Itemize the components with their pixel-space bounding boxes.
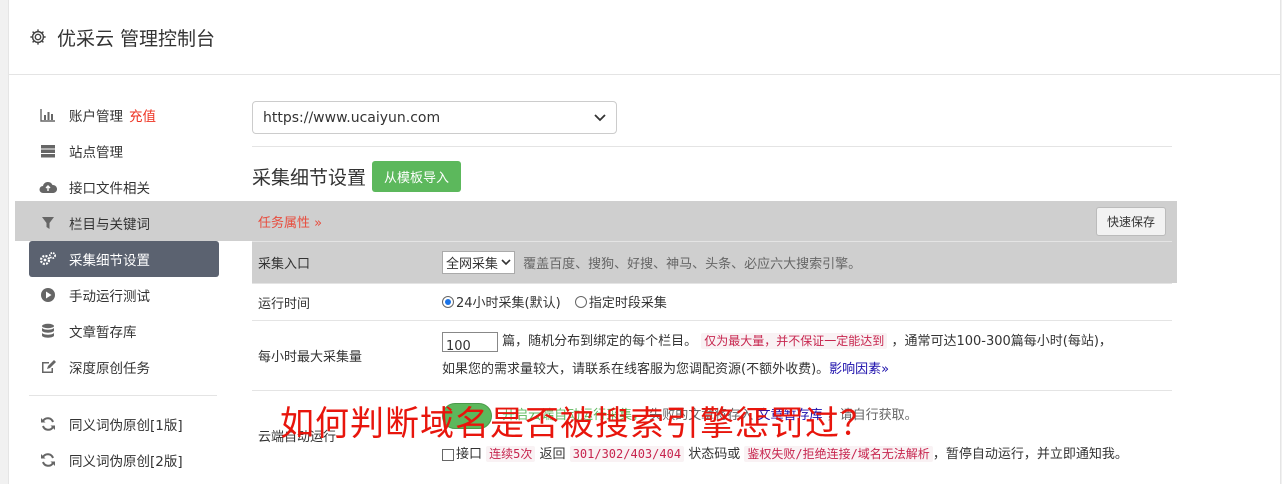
watermark-headline: 如何判断域名是否被搜索引擎惩罚过？ <box>280 404 875 444</box>
row-key-entry: 采集入口 <box>252 241 436 284</box>
runtime-24h-radio[interactable]: 24小时采集(默认) <box>442 292 561 311</box>
sidebar-nav: 账户管理 充值 站点管理 接口文件相关 栏目与关键词 采集细节设置 手动运行测试… <box>29 97 219 478</box>
import-template-button[interactable]: 从模板导入 <box>372 161 462 192</box>
radio-checked-icon <box>442 295 454 308</box>
chevron-down-icon <box>594 113 606 121</box>
row-key-max: 每小时最大采集量 <box>252 320 436 391</box>
sidebar-item-label: 同义词伪原创[1版] <box>69 418 183 434</box>
cloud-desc-6: 状态码或 <box>688 447 741 463</box>
radio-label: 24小时采集(默认) <box>456 296 561 312</box>
max-per-hour-input[interactable]: 100 <box>442 331 498 354</box>
collect-entry-desc: 覆盖百度、搜狗、好搜、神马、头条、必应六大搜索引擎。 <box>523 257 862 272</box>
refresh-icon <box>39 415 57 433</box>
sidebar-item-label: 接口文件相关 <box>69 181 150 197</box>
radio-label: 指定时段采集 <box>588 296 667 312</box>
sidebar-divider <box>29 395 217 396</box>
task-attributes-toggle[interactable]: 任务属性 » <box>258 212 322 231</box>
sidebar-item-label: 站点管理 <box>69 145 123 161</box>
page-title: 优采云 管理控制台 <box>57 27 216 50</box>
sidebar-item-deep-original[interactable]: 深度原创任务 <box>29 349 219 385</box>
page-header: 优采云 管理控制台 <box>9 0 1280 75</box>
sidebar-item-label: 采集细节设置 <box>69 253 150 269</box>
cloud-desc-5: 返回 <box>539 447 566 463</box>
notify-checkbox[interactable] <box>442 448 454 461</box>
main-content: https://www.ucaiyun.com 采集细节设置 从模板导入 任务属… <box>252 101 1177 481</box>
sidebar-item-label: 手动运行测试 <box>69 289 150 305</box>
server-icon <box>39 142 57 160</box>
quick-save-button[interactable]: 快速保存 <box>1095 206 1166 236</box>
sidebar-item-label: 文章暂存库 <box>69 325 137 341</box>
sidebar-item-label: 深度原创任务 <box>69 361 150 377</box>
badge-auth-failure: 鉴权失败/拒绝连接/域名无法解析 <box>744 446 933 463</box>
table-row: 每小时最大采集量 100 篇，随机分布到绑定的每个栏目。 仅为最大量，并不保证一… <box>252 320 1172 391</box>
site-select-value: https://www.ucaiyun.com <box>263 109 441 126</box>
sidebar-item-label: 栏目与关键词 <box>69 217 150 233</box>
edit-icon <box>39 358 57 376</box>
factors-link[interactable]: 影响因素» <box>829 362 889 377</box>
sidebar-item-article-store[interactable]: 文章暂存库 <box>29 313 219 349</box>
site-select[interactable]: https://www.ucaiyun.com <box>252 101 617 134</box>
max-warning-badge: 仅为最大量，并不保证一定能达到 <box>701 333 888 349</box>
row-key-runtime: 运行时间 <box>252 283 436 321</box>
play-circle-icon <box>39 286 57 304</box>
max-desc-1: 篇，随机分布到绑定的每个栏目。 <box>502 334 698 349</box>
database-icon <box>39 322 57 340</box>
sidebar-item-label: 同义词伪原创[2版] <box>69 454 183 470</box>
collect-entry-value: 全网采集 <box>446 257 499 272</box>
sidebar-item-manual-test[interactable]: 手动运行测试 <box>29 277 219 313</box>
max-desc-2: ，通常可达100-300篇每小时(每站)， <box>891 334 1112 349</box>
section-title: 采集细节设置 <box>252 167 367 189</box>
sidebar-item-columns-keywords[interactable]: 栏目与关键词 <box>29 205 219 241</box>
table-row: 运行时间 24小时采集(默认) 指定时段采集 <box>252 283 1172 321</box>
sidebar-item-sites[interactable]: 站点管理 <box>29 133 219 169</box>
sidebar-item-collect-settings[interactable]: 采集细节设置 <box>29 241 219 277</box>
sidebar-item-synonym-v1[interactable]: 同义词伪原创[1版] <box>29 406 219 442</box>
runtime-scheduled-radio[interactable]: 指定时段采集 <box>574 292 667 312</box>
cloud-desc-4: 接口 <box>456 447 483 463</box>
recharge-link[interactable]: 充值 <box>129 105 156 125</box>
divider <box>252 146 1172 147</box>
table-row: 采集入口 全网采集 覆盖百度、搜狗、好搜、神马、头条、必应六大搜索引擎。 <box>252 241 1172 284</box>
gear-icon <box>30 29 46 45</box>
gears-icon <box>39 250 57 268</box>
radio-unchecked-icon <box>574 295 587 308</box>
section-title-row: 采集细节设置 从模板导入 <box>252 161 1177 192</box>
filter-icon <box>39 214 57 232</box>
refresh-icon <box>39 451 57 469</box>
chevron-down-icon <box>501 259 511 266</box>
collect-entry-select[interactable]: 全网采集 <box>442 251 516 274</box>
cloud-upload-icon <box>39 178 57 196</box>
sidebar-item-synonym-v2[interactable]: 同义词伪原创[2版] <box>29 442 219 478</box>
bar-chart-icon <box>39 106 57 124</box>
sidebar-item-account[interactable]: 账户管理 充值 <box>29 97 219 133</box>
badge-status-codes: 301/302/403/404 <box>569 446 685 463</box>
sidebar-item-label: 账户管理 <box>69 109 123 125</box>
sidebar-item-api-files[interactable]: 接口文件相关 <box>29 169 219 205</box>
task-attributes-bar: 任务属性 » 快速保存 <box>252 201 1172 241</box>
max-desc-3: 如果您的需求量较大，请联系在线客服为您调配资源(不额外收费)。 <box>442 362 830 377</box>
cloud-desc-7: ，暂停自动运行，并立即通知我。 <box>932 447 1128 463</box>
badge-5-times: 连续5次 <box>486 446 536 463</box>
